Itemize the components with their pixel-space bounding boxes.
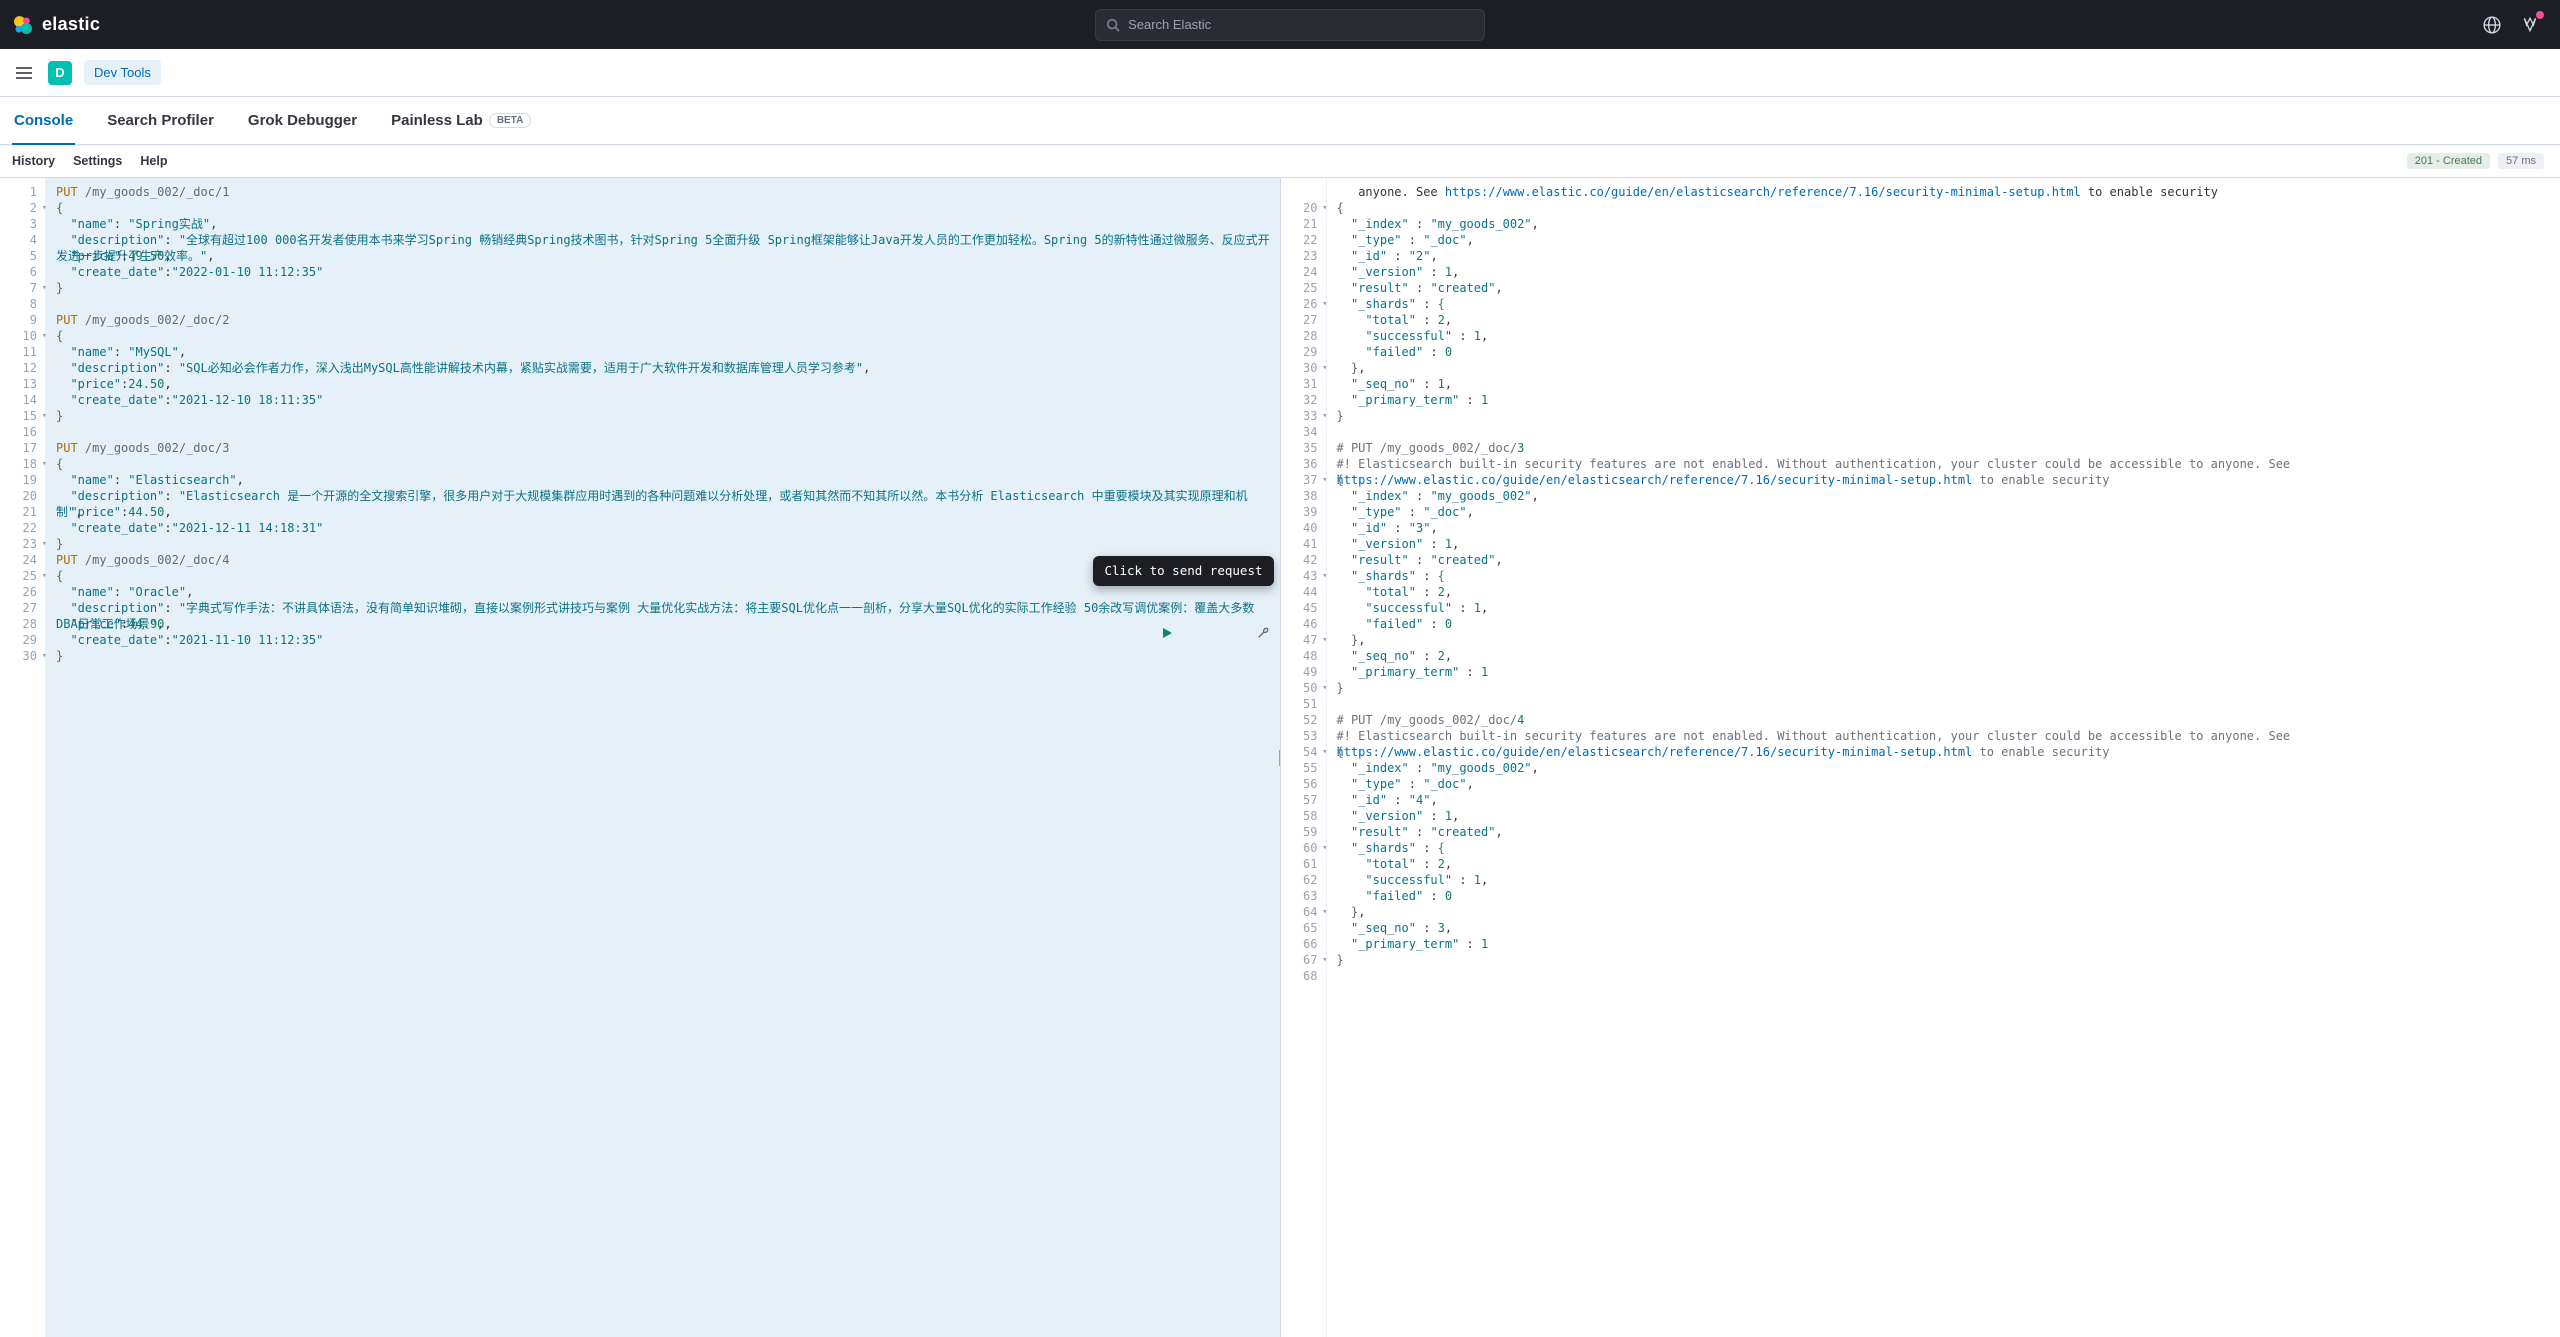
history-link[interactable]: History <box>12 154 55 168</box>
search-placeholder: Search Elastic <box>1128 17 1211 32</box>
space-selector[interactable]: D <box>48 61 72 85</box>
request-actions <box>1089 610 1270 660</box>
request-options-button[interactable] <box>1183 610 1269 660</box>
tab-console[interactable]: Console <box>12 97 75 144</box>
help-link[interactable]: Help <box>140 154 167 168</box>
response-timing-badge: 57 ms <box>2498 153 2544 169</box>
response-status-badge: 201 - Created <box>2407 153 2490 169</box>
tab-painless-lab-label: Painless Lab <box>391 112 483 129</box>
search-icon <box>1106 18 1120 32</box>
console-toolbar: History Settings Help 201 - Created 57 m… <box>0 145 2560 177</box>
play-icon <box>1161 627 1173 639</box>
elastic-logo-icon <box>12 14 34 36</box>
breadcrumb-devtools[interactable]: Dev Tools <box>84 60 161 85</box>
send-request-tooltip: Click to send request <box>1093 556 1273 586</box>
response-code: anyone. See https://www.elastic.co/guide… <box>1327 178 2560 1337</box>
response-pane[interactable]: 2021222324252627282930313233343536373839… <box>1281 178 2560 1337</box>
brand-text: elastic <box>42 14 100 35</box>
cheer-icon <box>2521 16 2539 34</box>
request-gutter: 1234567891011121314151617181920212223242… <box>0 178 46 1337</box>
tab-grok-debugger[interactable]: Grok Debugger <box>246 97 359 144</box>
newsfeed-button[interactable] <box>2518 13 2542 37</box>
devtools-tabs: Console Search Profiler Grok Debugger Pa… <box>0 97 2560 145</box>
nav-toggle-button[interactable] <box>12 61 36 85</box>
settings-link[interactable]: Settings <box>73 154 122 168</box>
wrench-icon <box>1256 626 1270 640</box>
sub-header: D Dev Tools <box>0 49 2560 97</box>
notification-dot <box>2536 11 2544 19</box>
response-gutter: 2021222324252627282930313233343536373839… <box>1281 178 1327 1337</box>
tab-painless-lab[interactable]: Painless Lab BETA <box>389 97 533 144</box>
console-editor: 1234567891011121314151617181920212223242… <box>0 177 2560 1337</box>
beta-badge: BETA <box>489 113 531 128</box>
globe-icon <box>2483 16 2501 34</box>
tab-search-profiler[interactable]: Search Profiler <box>105 97 216 144</box>
request-code[interactable]: PUT /my_goods_002/_doc/1{ "name": "Sprin… <box>46 178 1280 1337</box>
request-pane[interactable]: 1234567891011121314151617181920212223242… <box>0 178 1280 1337</box>
menu-icon <box>15 66 33 80</box>
global-header: elastic Search Elastic <box>0 0 2560 49</box>
brand-logo[interactable]: elastic <box>12 14 100 36</box>
send-request-button[interactable] <box>1089 611 1173 659</box>
global-search[interactable]: Search Elastic <box>1095 9 1485 41</box>
help-menu-button[interactable] <box>2480 13 2504 37</box>
